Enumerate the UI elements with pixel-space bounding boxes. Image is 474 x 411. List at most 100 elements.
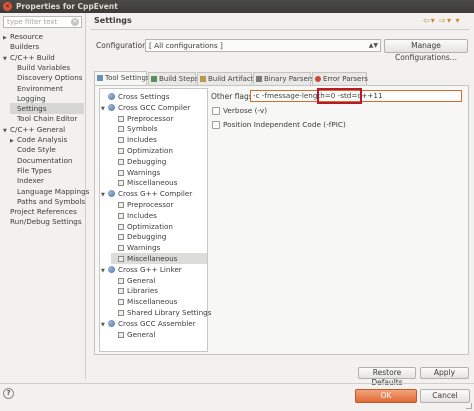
tree-item-label: Cross GCC Compiler [118, 102, 191, 112]
tree-item[interactable]: Shared Library Settings [111, 307, 212, 318]
tree-item[interactable]: General [111, 275, 207, 286]
tree-item-label: Includes [127, 135, 157, 145]
tree-item-label: Warnings [127, 167, 161, 177]
tree-item[interactable]: Optimization [111, 145, 207, 156]
tree-item[interactable]: Includes [111, 134, 207, 145]
tree-item[interactable]: Debugging [111, 156, 207, 167]
tree-item[interactable]: Warnings [111, 167, 207, 178]
tool-icon [108, 190, 115, 198]
tab-error-parsers[interactable]: Error Parsers [312, 72, 368, 85]
option-page-icon [118, 169, 124, 176]
tree-item-label: Optimization [127, 221, 173, 231]
sidebar-item-label: Logging [17, 93, 46, 103]
tree-item[interactable]: Cross Settings [101, 91, 207, 102]
tree-item-label: General [127, 329, 156, 339]
sidebar-item-label: Discovery Options [17, 73, 83, 83]
tree-item[interactable]: Debugging [111, 231, 207, 242]
tab-build-steps[interactable]: Build Steps [148, 72, 199, 85]
tree-item[interactable]: Miscellaneous [111, 296, 207, 307]
option-page-icon [118, 223, 124, 230]
tab-label: Build Steps [159, 75, 199, 83]
expanded-arrow-icon[interactable]: ▼ [101, 104, 108, 115]
build-artifact-icon [200, 76, 206, 82]
property-page-list: ▶ Resource Builders ▼ C/C++ Build Build Varia… [0, 31, 89, 241]
tree-item-label: Miscellaneous [127, 297, 178, 307]
sidebar-item-label: Code Style [17, 145, 56, 155]
tree-item[interactable]: ▼ Cross G++ Linker [101, 264, 207, 275]
option-page-icon [118, 234, 124, 241]
tree-item[interactable]: Includes [111, 210, 207, 221]
expanded-arrow-icon[interactable]: ▼ [101, 320, 108, 331]
configuration-value: [ All configurations ] [149, 41, 223, 50]
expanded-arrow-icon[interactable]: ▼ [3, 126, 10, 137]
tree-item[interactable]: Preprocessor [111, 199, 207, 210]
help-icon[interactable]: ? [3, 388, 14, 399]
title-bar: ✕ Properties for CppEvent [0, 0, 474, 13]
tree-item-label: Symbols [127, 124, 158, 134]
clear-filter-icon[interactable]: ✕ [71, 18, 79, 26]
tree-item[interactable]: ▼ Cross GCC Compiler [101, 102, 207, 113]
option-page-icon [118, 310, 124, 316]
verbose-checkbox[interactable] [212, 107, 220, 115]
option-page-icon [118, 137, 124, 144]
tool-settings-icon [97, 75, 103, 81]
sidebar-divider[interactable] [85, 13, 86, 379]
tree-item-label: Cross G++ Compiler [118, 189, 193, 199]
ok-button[interactable]: OK [355, 389, 417, 403]
sidebar-item-label: Build Variables [17, 62, 71, 72]
highlight-annotation [317, 88, 362, 104]
apply-button[interactable]: Apply [420, 367, 469, 379]
expanded-arrow-icon[interactable]: ▼ [3, 54, 10, 65]
manage-configurations-button[interactable]: Manage Configurations... [384, 39, 468, 62]
tree-item-label: General [127, 275, 156, 285]
tree-item[interactable]: ▼ Cross GCC Assembler [101, 318, 207, 329]
resize-grip-icon[interactable] [466, 403, 472, 409]
sidebar-item-label: Settings [17, 104, 47, 114]
tree-item-label: Miscellaneous [127, 178, 178, 188]
close-window-icon[interactable]: ✕ [3, 2, 12, 11]
sidebar-item-label: Project References [10, 207, 77, 217]
configuration-select[interactable]: [ All configurations ] ▲▼ [145, 39, 381, 52]
expanded-arrow-icon[interactable]: ▼ [101, 190, 108, 201]
tab-tool-settings[interactable]: Tool Settings [94, 71, 150, 85]
tab-label: Error Parsers [323, 75, 368, 83]
tree-item[interactable]: Optimization [111, 221, 207, 232]
tree-item-label: Debugging [127, 232, 167, 242]
tree-item[interactable]: Symbols [111, 123, 207, 134]
tab-build-artifact[interactable]: Build Artifact [197, 72, 254, 85]
sidebar-item-label: C/C++ General [10, 124, 66, 134]
expanded-arrow-icon[interactable]: ▼ [101, 266, 108, 277]
option-page-icon [118, 158, 124, 165]
option-page-icon [118, 148, 124, 154]
tab-binary-parsers[interactable]: Binary Parsers [253, 72, 314, 85]
sidebar-item-label: C/C++ Build [10, 52, 55, 62]
tab-label: Build Artifact [208, 75, 254, 83]
cancel-button[interactable]: Cancel [420, 389, 470, 403]
tree-item-label: Debugging [127, 156, 167, 166]
tree-item-label: Preprocessor [127, 113, 174, 123]
tree-item[interactable]: Libraries [111, 285, 207, 296]
pic-checkbox[interactable] [212, 121, 220, 129]
tree-item[interactable]: General [111, 329, 207, 340]
tree-item[interactable]: Warnings [111, 242, 207, 253]
configuration-label: Configuration: [96, 41, 150, 50]
option-page-icon [118, 256, 124, 262]
restore-defaults-button[interactable]: Restore Defaults [358, 367, 416, 387]
sidebar-item-label: Indexer [17, 176, 44, 186]
error-parsers-icon [315, 76, 321, 82]
tree-item-label: Cross Settings [118, 92, 170, 101]
option-page-icon [118, 288, 124, 295]
tree-item[interactable]: Preprocessor [111, 113, 207, 124]
option-page-icon [118, 202, 124, 208]
build-steps-icon [151, 76, 157, 82]
tree-item[interactable]: Miscellaneous [111, 177, 207, 188]
sidebar-item-label: Language Mappings [17, 186, 90, 196]
sidebar-item[interactable]: Run/Debug Settings [3, 216, 84, 227]
sidebar-item-label: Builders [10, 42, 40, 52]
sidebar-item-label: Run/Debug Settings [10, 217, 82, 227]
tree-item[interactable]: Miscellaneous [111, 253, 207, 264]
history-nav-icons[interactable]: ⇦▾ ⇨▾ ▾ [423, 16, 461, 25]
option-page-icon [118, 245, 124, 252]
tree-item-label: Preprocessor [127, 200, 174, 209]
tree-item[interactable]: ▼ Cross G++ Compiler [101, 188, 207, 199]
